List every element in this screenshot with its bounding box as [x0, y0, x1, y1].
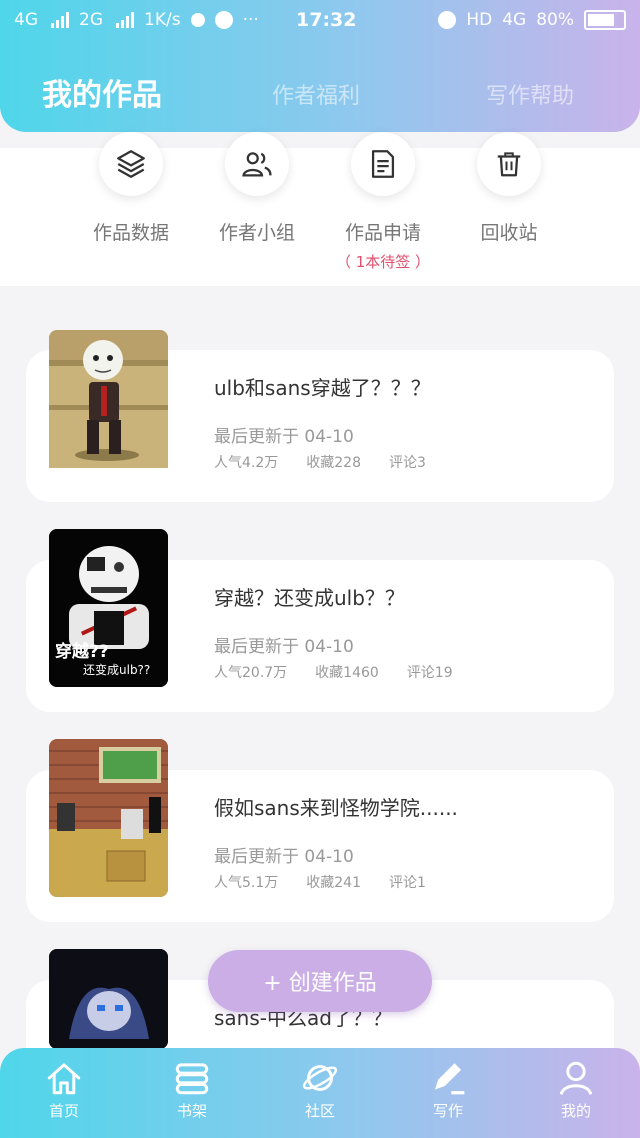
bottom-nav: 首页 书架 社区 写作 我的 [0, 1048, 640, 1138]
home-icon [47, 1063, 81, 1095]
cover-caption-2: 还变成ulb?? [83, 663, 151, 677]
nav-label: 书架 [176, 1102, 207, 1120]
work-title: 穿越？还变成ulb？？ [214, 586, 405, 610]
pending-sign-badge: （ 1本待签 ） [335, 253, 431, 271]
network-label-2: 2G [79, 10, 103, 30]
status-bar: 4G 2G 1K/s ··· 17:32 HD 4G 80% [0, 0, 640, 44]
battery-icon [584, 10, 626, 30]
quick-item-label: 回收站 [480, 222, 538, 244]
quick-item-apply[interactable]: 作品申请 （ 1本待签 ） [318, 132, 448, 272]
work-updated: 最后更新于 04-10 [214, 637, 354, 657]
favorites: 收藏1460 [315, 665, 379, 681]
work-stats: 人气20.7万 收藏1460 评论19 [214, 662, 481, 682]
person-icon [559, 1061, 593, 1095]
nav-label: 我的 [560, 1102, 591, 1120]
quick-item-group[interactable]: 作者小组 [192, 132, 322, 245]
comments: 评论3 [389, 455, 426, 471]
work-updated: 最后更新于 04-10 [214, 427, 354, 447]
favorites: 收藏228 [306, 455, 361, 471]
header: 4G 2G 1K/s ··· 17:32 HD 4G 80% 我的作品 作者福利… [0, 0, 640, 132]
document-icon [351, 132, 415, 196]
nav-community[interactable]: 社区 [270, 1060, 370, 1121]
planet-icon [302, 1065, 338, 1091]
bookshelf-icon [175, 1063, 209, 1095]
work-cover-image[interactable] [49, 949, 168, 1049]
network-label: 4G [14, 10, 38, 30]
popularity: 人气5.1万 [214, 875, 279, 891]
top-tabs: 我的作品 作者福利 写作帮助 [0, 68, 640, 118]
tab-my-works[interactable]: 我的作品 [42, 70, 162, 114]
nav-home[interactable]: 首页 [14, 1060, 114, 1121]
layers-icon [99, 132, 163, 196]
nav-bookshelf[interactable]: 书架 [142, 1060, 242, 1121]
nav-label: 首页 [48, 1102, 79, 1120]
work-cover-image[interactable] [49, 330, 168, 488]
nav-write[interactable]: 写作 [398, 1060, 498, 1121]
quick-menu: 作品数据 作者小组 作品申请 （ 1本待签 ） 回收站 [0, 132, 640, 286]
quick-item-label: 作品申请 [344, 222, 421, 244]
comments: 评论1 [389, 875, 426, 891]
trash-icon [477, 132, 541, 196]
work-stats: 人气5.1万 收藏241 评论1 [214, 872, 454, 892]
work-cover-image[interactable]: 穿越?? 还变成ulb?? [49, 529, 168, 687]
speed-label: 1K/s [144, 10, 181, 30]
work-title: 假如sans来到怪物学院...... [214, 796, 458, 820]
quick-item-label: 作品数据 [92, 222, 169, 244]
nav-label: 写作 [432, 1102, 463, 1120]
work-title: ulb和sans穿越了？？？ [214, 376, 431, 400]
popularity: 人气4.2万 [214, 455, 279, 471]
battery-percent: 80% [536, 10, 574, 30]
quick-item-label: 作者小组 [218, 222, 295, 244]
tab-writing-help[interactable]: 写作帮助 [486, 78, 574, 110]
signal-icon-2 [116, 12, 134, 28]
work-cover-image[interactable] [49, 739, 168, 897]
quick-item-data[interactable]: 作品数据 [66, 132, 196, 245]
tab-author-benefits[interactable]: 作者福利 [272, 78, 360, 110]
app-icon [190, 13, 205, 27]
group-icon [225, 132, 289, 196]
network-label-3: 4G [502, 10, 527, 30]
hd-label: HD [466, 10, 493, 30]
nav-mine[interactable]: 我的 [526, 1060, 626, 1121]
more-dots: ··· [242, 10, 259, 30]
signal-icon [51, 12, 69, 28]
cover-caption: 穿越?? [55, 642, 109, 662]
alarm-icon [438, 11, 457, 29]
nav-label: 社区 [304, 1102, 335, 1120]
clock: 17:32 [296, 9, 357, 31]
work-stats: 人气4.2万 收藏228 评论3 [214, 452, 454, 472]
comments: 评论19 [406, 665, 453, 681]
popularity: 人气20.7万 [214, 665, 288, 681]
play-icon [214, 11, 233, 29]
pen-icon [434, 1063, 465, 1095]
favorites: 收藏241 [306, 875, 361, 891]
quick-item-trash[interactable]: 回收站 [444, 132, 574, 245]
work-updated: 最后更新于 04-10 [214, 847, 354, 867]
create-work-button[interactable]: + 创建作品 [208, 950, 432, 1012]
